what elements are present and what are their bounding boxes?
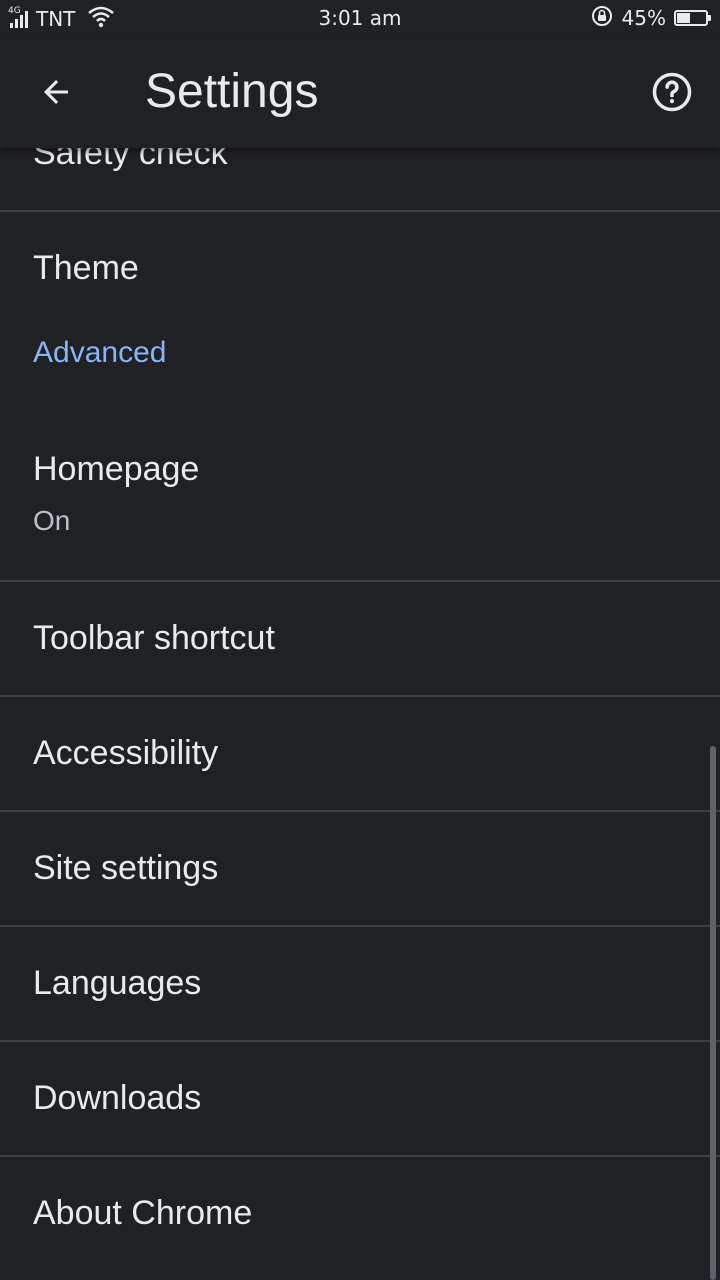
status-right: 45% bbox=[590, 4, 711, 33]
status-bar: 4G TNT 3:01 am 45% bbox=[0, 0, 720, 38]
battery-percent: 45% bbox=[621, 6, 666, 30]
help-button[interactable] bbox=[646, 66, 698, 118]
settings-item-site-settings[interactable]: Site settings bbox=[0, 812, 720, 927]
scrollbar[interactable] bbox=[710, 746, 716, 1280]
settings-item-label: Toolbar shortcut bbox=[33, 619, 275, 657]
rotation-lock-icon bbox=[590, 4, 614, 33]
settings-item-about-chrome[interactable]: About Chrome bbox=[0, 1157, 720, 1272]
section-header-advanced: Advanced bbox=[33, 336, 167, 369]
page-title: Settings bbox=[145, 65, 319, 118]
settings-item-label: Languages bbox=[33, 964, 202, 1002]
settings-item-homepage[interactable]: Homepage On bbox=[0, 428, 720, 582]
settings-item-label: Theme bbox=[33, 249, 139, 287]
settings-item-label: Downloads bbox=[33, 1079, 202, 1117]
battery-icon bbox=[674, 10, 711, 26]
help-circle-icon bbox=[652, 72, 692, 112]
app-bar: Settings bbox=[0, 38, 720, 148]
settings-item-downloads[interactable]: Downloads bbox=[0, 1042, 720, 1157]
settings-item-label: Accessibility bbox=[33, 734, 219, 772]
settings-item-label: Site settings bbox=[33, 849, 219, 887]
settings-item-label: Homepage bbox=[33, 450, 200, 488]
settings-item-languages[interactable]: Languages bbox=[0, 927, 720, 1042]
settings-item-toolbar-shortcut[interactable]: Toolbar shortcut bbox=[0, 582, 720, 697]
settings-item-label: About Chrome bbox=[33, 1194, 253, 1232]
arrow-back-icon bbox=[44, 80, 68, 104]
section-advanced: Advanced bbox=[0, 328, 720, 428]
settings-item-accessibility[interactable]: Accessibility bbox=[0, 697, 720, 812]
battery-level bbox=[677, 13, 690, 23]
settings-item-summary: On bbox=[33, 505, 71, 536]
settings-item-theme[interactable]: Theme bbox=[0, 212, 720, 328]
back-button[interactable] bbox=[28, 64, 84, 120]
settings-list: Safety check Theme Advanced Homepage On … bbox=[0, 100, 720, 1272]
